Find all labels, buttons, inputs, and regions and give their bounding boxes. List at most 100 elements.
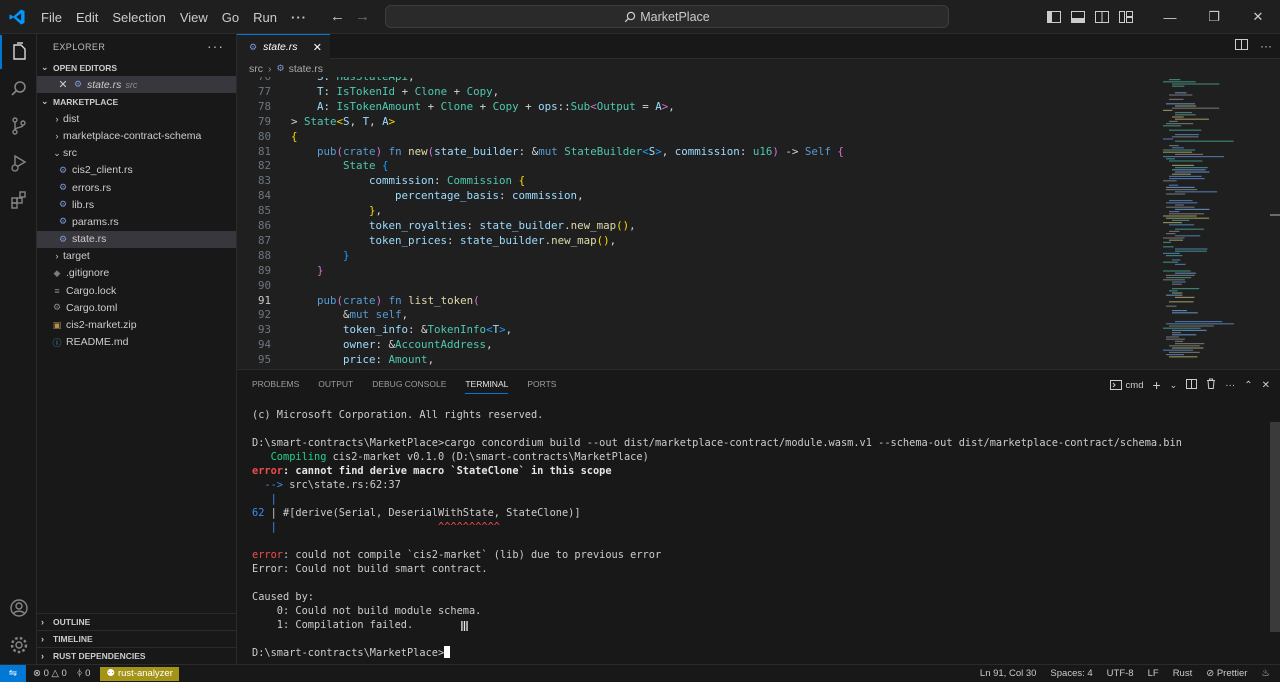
file-tree-item[interactable]: ⌄ src [37,145,236,162]
toggle-panel-icon[interactable] [1066,11,1090,23]
new-terminal-icon[interactable]: + [1152,377,1160,393]
project-section[interactable]: ⌄ MARKETPLACE [37,93,236,110]
command-center-search[interactable]: MarketPlace [385,5,949,28]
file-tree-item[interactable]: ◆ .gitignore [37,265,236,282]
prettier-status[interactable]: ⊘ Prettier [1206,668,1247,679]
file-tree-item[interactable]: ⚙ errors.rs [37,179,236,196]
file-tree-item[interactable]: › dist [37,110,236,127]
maximize-panel-icon[interactable]: ⌃ [1244,380,1252,391]
code-line[interactable]: 81 pub(crate) fn new(state_builder: &mut… [237,144,1159,159]
file-tree-item[interactable]: ▣ cis2-market.zip [37,316,236,333]
notifications-bell-icon[interactable]: ♨ [1261,668,1270,679]
code-line[interactable]: 83 commission: Commission { [237,173,1159,188]
file-tree-item[interactable]: ⚙ params.rs [37,213,236,230]
code-line[interactable]: 92 &mut self, [237,307,1159,322]
close-window-icon[interactable]: ✕ [1236,9,1280,25]
more-actions-icon[interactable]: ··· [1260,39,1272,53]
code-line[interactable]: 88 } [237,248,1159,263]
menu-file[interactable]: File [34,10,69,25]
tab-output[interactable]: OUTPUT [318,379,353,389]
code-editor[interactable]: 76 S: HasStateApi,77 T: IsTokenId + Clon… [237,77,1159,368]
tab-problems[interactable]: PROBLEMS [252,379,299,389]
split-terminal-icon[interactable] [1186,378,1198,392]
close-tab-icon[interactable]: ✕ [313,41,322,54]
manage-gear-icon[interactable] [0,628,37,662]
restore-icon[interactable]: ❐ [1192,9,1236,25]
outline-section[interactable]: › OUTLINE [37,613,237,630]
file-tree-item[interactable]: ⓘ README.md [37,334,236,351]
menu-edit[interactable]: Edit [69,10,105,25]
code-line[interactable]: 90 [237,278,1159,293]
menu-more[interactable]: ··· [284,10,314,25]
code-line[interactable]: 86 token_royalties: state_builder.new_ma… [237,218,1159,233]
split-editor-icon[interactable] [1235,39,1248,53]
tab-ports[interactable]: PORTS [527,379,556,389]
code-line[interactable]: 80 { [237,129,1159,144]
open-editors-section[interactable]: ⌄ OPEN EDITORS [37,59,236,76]
code-line[interactable]: 87 token_prices: state_builder.new_map()… [237,233,1159,248]
file-tree-item[interactable]: ⚙ lib.rs [37,196,236,213]
code-line[interactable]: 82 State { [237,158,1159,173]
menu-view[interactable]: View [173,10,215,25]
close-icon[interactable]: ✕ [57,78,69,91]
more-actions-icon[interactable]: ··· [1225,380,1235,391]
menu-selection[interactable]: Selection [105,10,172,25]
terminal-shell-selector[interactable]: cmd [1109,380,1143,391]
rust-analyzer-status[interactable]: ⚉ rust-analyzer [100,666,179,681]
forward-arrow-icon[interactable]: → [355,8,370,25]
minimize-icon[interactable]: — [1148,10,1192,25]
code-line[interactable]: 93 token_info: &TokenInfo<T>, [237,322,1159,337]
tab-terminal[interactable]: TERMINAL [465,379,509,394]
file-tree-item[interactable]: › marketplace-contract-schema [37,127,236,144]
code-line[interactable]: 89 } [237,263,1159,278]
file-tree-item[interactable]: ⚙ cis2_client.rs [37,162,236,179]
language-mode[interactable]: Rust [1173,668,1193,679]
menu-run[interactable]: Run [246,10,284,25]
ports-status[interactable]: ᛄ 0 [77,668,91,679]
kill-terminal-icon[interactable] [1206,378,1216,392]
open-editor-item[interactable]: ✕ ⚙ state.rs src [37,76,236,94]
minimap[interactable] [1159,77,1271,368]
indentation[interactable]: Spaces: 4 [1050,668,1092,679]
problems-status[interactable]: ⊗ 0 △ 0 [33,668,67,679]
code-line[interactable]: 95 price: Amount, [237,352,1159,367]
file-tree-item[interactable]: ⚙ state.rs [37,230,236,248]
encoding[interactable]: UTF-8 [1107,668,1134,679]
remote-indicator-icon[interactable]: ⇋ [0,665,26,682]
terminal-output[interactable]: (c) Microsoft Corporation. All rights re… [252,408,1182,660]
code-line[interactable]: 84 percentage_basis: commission, [237,188,1159,203]
file-tree-item[interactable]: ⚙ Cargo.toml [37,299,236,316]
breadcrumb-file[interactable]: state.rs [289,63,323,75]
file-tree-item[interactable]: › target [37,248,236,265]
explorer-icon[interactable] [0,35,37,69]
close-panel-icon[interactable]: ✕ [1262,380,1270,391]
terminal-scrollbar[interactable] [1270,422,1280,632]
code-line[interactable]: 91 pub(crate) fn list_token( [237,293,1159,308]
toggle-secondary-sidebar-icon[interactable] [1090,11,1114,23]
code-line[interactable]: 85 }, [237,203,1159,218]
file-tree-item[interactable]: ≡ Cargo.lock [37,282,236,299]
customize-layout-icon[interactable] [1114,11,1138,23]
rust-dependencies-section[interactable]: › RUST DEPENDENCIES [37,647,237,664]
extensions-icon[interactable] [0,183,37,217]
source-control-icon[interactable] [0,109,37,143]
tab-debug-console[interactable]: DEBUG CONSOLE [372,379,446,389]
back-arrow-icon[interactable]: ← [330,8,345,25]
code-line[interactable]: 94 owner: &AccountAddress, [237,337,1159,352]
code-line[interactable]: 78 A: IsTokenAmount + Clone + Copy + ops… [237,99,1159,114]
cursor-position[interactable]: Ln 91, Col 30 [980,668,1037,679]
accounts-icon[interactable] [0,591,37,625]
terminal-dropdown-icon[interactable]: ⌄ [1170,380,1178,391]
vscode-logo-icon[interactable] [8,8,26,26]
editor-scrollbar[interactable] [1270,77,1280,368]
explorer-more-icon[interactable]: ··· [207,38,224,54]
search-view-icon[interactable] [0,72,37,106]
code-line[interactable]: 79 > State<S, T, A> [237,114,1159,129]
end-of-line[interactable]: LF [1148,668,1159,679]
breadcrumb-src[interactable]: src [249,63,263,75]
tab-state-rs[interactable]: ⚙ state.rs ✕ [237,34,330,59]
code-line[interactable]: 77 T: IsTokenId + Clone + Copy, [237,84,1159,99]
timeline-section[interactable]: › TIMELINE [37,630,237,647]
toggle-primary-sidebar-icon[interactable] [1042,11,1066,23]
run-debug-icon[interactable] [0,146,37,180]
